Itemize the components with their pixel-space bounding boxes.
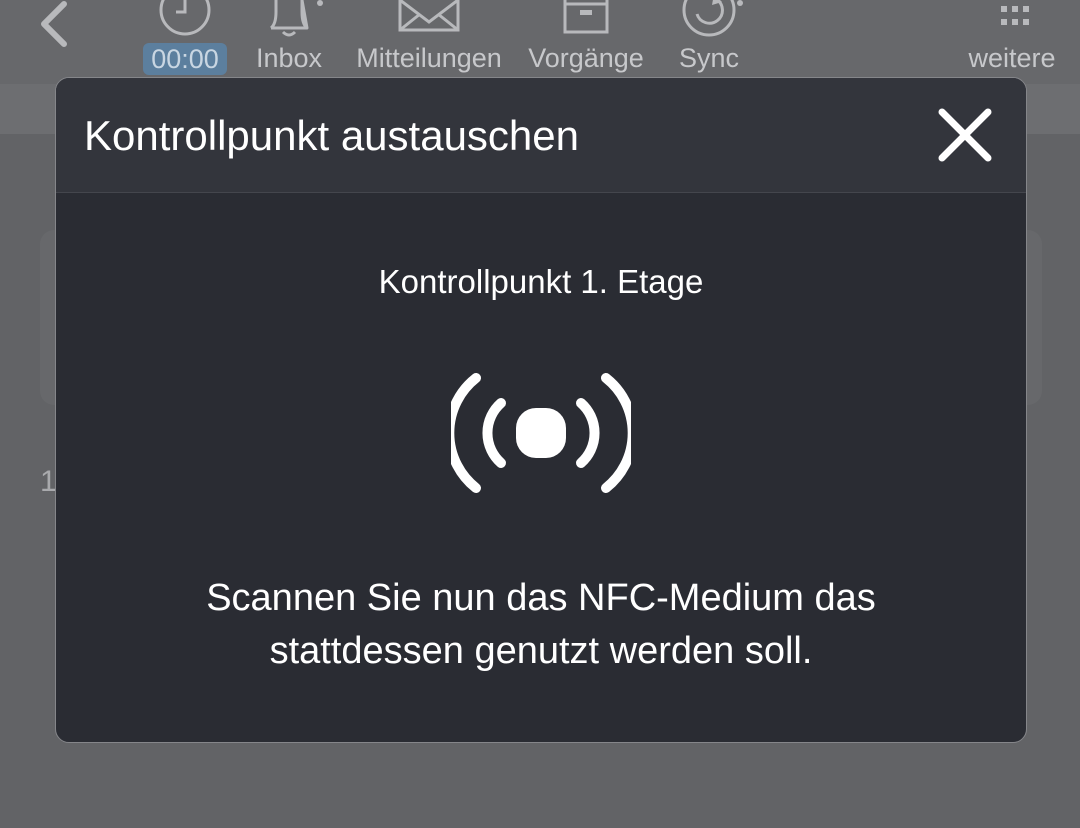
scan-instruction-text: Scannen Sie nun das NFC-Medium das statt… <box>206 577 876 672</box>
sync-icon <box>682 0 743 37</box>
toolbar-item-sync[interactable]: Sync <box>664 0 754 84</box>
dialog-title: Kontrollpunkt austauschen <box>84 112 579 159</box>
toolbar-time-label: 00:00 <box>143 43 227 75</box>
toolbar-item-weitere[interactable]: weitere <box>962 0 1062 84</box>
grid-dots-icon <box>1001 6 1029 25</box>
bell-icon <box>269 0 323 37</box>
close-icon[interactable] <box>934 104 996 166</box>
envelope-icon <box>398 0 460 32</box>
toolbar-item-vorgaenge[interactable]: Vorgänge <box>524 0 648 84</box>
toolbar-item-time[interactable]: 00:00 <box>140 0 230 84</box>
toolbar-item-mitteilungen[interactable]: Mitteilungen <box>348 0 510 84</box>
replace-checkpoint-dialog: Kontrollpunkt austauschen Kontrollpunkt … <box>55 77 1027 743</box>
chevron-left-icon[interactable] <box>30 0 80 50</box>
nfc-signal-icon <box>451 373 631 493</box>
checkpoint-name: Kontrollpunkt 1. Etage <box>378 263 704 300</box>
toolbar-weitere-label: weitere <box>968 43 1056 73</box>
toolbar-inbox-label: Inbox <box>255 43 323 73</box>
top-toolbar: 00:00 Inbox Mitteilungen Vorgänge Sync w… <box>0 0 1080 84</box>
dialog-header: Kontrollpunkt austauschen <box>56 78 1026 193</box>
clock-icon <box>159 0 211 36</box>
toolbar-item-inbox[interactable]: Inbox <box>244 0 334 84</box>
archive-box-icon <box>563 0 609 34</box>
toolbar-sync-label: Sync <box>678 43 740 73</box>
toolbar-vorgaenge-label: Vorgänge <box>528 43 644 73</box>
toolbar-mitteilungen-label: Mitteilungen <box>356 43 502 73</box>
